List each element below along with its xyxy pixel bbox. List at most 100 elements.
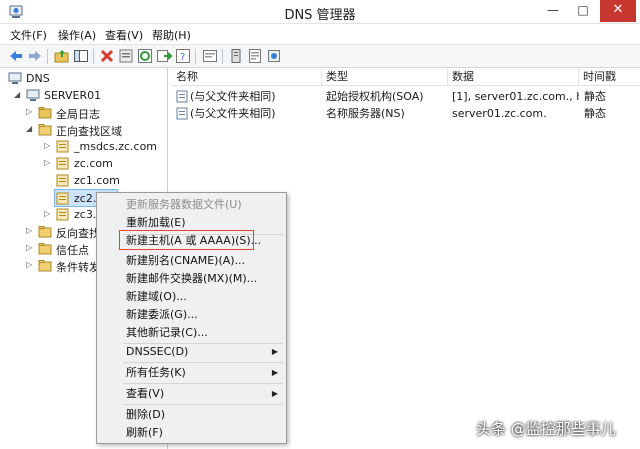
zone-icon[interactable] [266,48,282,64]
expand-icon[interactable]: ▷ [26,242,35,254]
column-header-data[interactable]: 数据 [448,68,579,86]
menu-separator [123,383,283,384]
expand-icon[interactable]: ▷ [44,208,53,220]
menu-item-new-delegation[interactable]: 新建委派(G)... [98,306,285,324]
menu-item-all-tasks[interactable]: 所有任务(K) ▶ [98,364,285,382]
tree-label-global-log: 全局日志 [56,108,100,121]
tree-node-dns[interactable]: DNS [8,71,158,87]
menu-item-dnssec[interactable]: DNSSEC(D) ▶ [98,343,285,361]
zone-icon [56,192,69,205]
menu-item-new-host[interactable]: 新建主机(A 或 AAAA)(S)... [98,232,285,250]
expand-icon[interactable]: ▷ [26,225,35,237]
menu-view[interactable]: 查看(V) [105,27,143,43]
tree-label-server01: SERVER01 [44,89,102,102]
dns-icon [8,72,22,84]
menu-item-other-new-records[interactable]: 其他新记录(C)... [98,324,285,342]
tree-node-global-log[interactable]: ▷ 全局日志 [26,105,166,121]
expand-icon[interactable]: ▷ [26,106,35,118]
up-folder-icon[interactable] [54,48,70,64]
tree-label-trust-points: 信任点 [56,244,89,257]
svg-text:?: ? [180,52,185,63]
zone-icon [56,140,69,153]
menu-item-view[interactable]: 查看(V) ▶ [98,385,285,403]
collapse-icon[interactable]: ◢ [26,123,35,135]
cell-type: 起始授权机构(SOA) [326,90,424,103]
server-icon [26,89,40,101]
show-tree-icon[interactable] [73,48,89,64]
zone-icon [56,208,69,221]
tree-node-zone[interactable]: ▷ _msdcs.zc.com [44,139,166,155]
tree-node-server01[interactable]: ◢ SERVER01 [14,88,164,104]
menu-item-label: 查看(V) [126,387,165,400]
menu-action[interactable]: 操作(A) [58,27,96,43]
menu-separator [123,362,283,363]
zone-icon [56,157,69,170]
title-bar: DNS 管理器 — □ ✕ [0,0,640,24]
expand-icon[interactable]: ▷ [44,157,53,169]
console-icon[interactable] [202,48,218,64]
tree-label-conditional-forwarders: 条件转发 [56,261,100,274]
tree-node-forward-zone[interactable]: ◢ 正向查找区域 [26,122,166,138]
tree-node-zone[interactable]: ▷ zc.com [44,156,166,172]
cell-timestamp: 静态 [584,107,606,120]
folder-icon [38,124,52,136]
menu-separator [123,404,283,405]
zone-icon [56,174,69,187]
menu-help[interactable]: 帮助(H) [152,27,191,43]
cell-type: 名称服务器(NS) [326,107,405,120]
tree-label-dns: DNS [26,72,50,85]
record-icon [176,107,188,120]
menu-item-delete[interactable]: 删除(D) [98,406,285,424]
menu-file[interactable]: 文件(F) [10,27,47,43]
toolbar-separator [93,49,94,64]
submenu-arrow-icon: ▶ [271,368,278,377]
menu-item-new-alias[interactable]: 新建别名(CNAME)(A)... [98,252,285,270]
tree-label-zone: zc.com [74,157,113,170]
toolbar-separator [47,49,48,64]
record-icon[interactable] [247,48,263,64]
toolbar-separator [195,49,196,64]
menu-item-new-domain[interactable]: 新建域(O)... [98,288,285,306]
tree-label-forward-zone: 正向查找区域 [56,125,122,138]
menu-item-label: 所有任务(K) [126,366,186,379]
column-header-type[interactable]: 类型 [322,68,448,86]
help-icon[interactable]: ? [175,48,191,64]
properties-icon[interactable] [118,48,134,64]
context-menu: 更新服务器数据文件(U) 重新加载(E) 新建主机(A 或 AAAA)(S)..… [96,192,287,444]
menu-item-new-mail-exchanger[interactable]: 新建邮件交换器(MX)(M)... [98,270,285,288]
tree-label-zone: _msdcs.zc.com [74,140,158,153]
tree-node-zone[interactable]: zc1.com [44,173,166,189]
expand-icon[interactable]: ▷ [26,259,35,271]
close-button[interactable]: ✕ [600,0,636,22]
export-icon[interactable] [156,48,172,64]
menu-item-label: DNSSEC(D) [126,345,189,358]
folder-icon [38,243,52,255]
menu-item-update-data-file: 更新服务器数据文件(U) [126,198,242,211]
cell-data: server01.zc.com. [452,107,547,120]
tree-label-reverse-zone: 反向查找 [56,227,100,240]
watermark-text: 头条 @监控那些事儿 [476,420,616,438]
maximize-button[interactable]: □ [569,0,597,22]
menu-item-refresh[interactable]: 刷新(F) [98,424,285,442]
cell-name: (与父文件夹相同) [190,107,276,120]
column-header-timestamp[interactable]: 时间戳 [579,68,640,86]
collapse-icon[interactable]: ◢ [14,89,23,101]
menu-bar: 文件(F) 操作(A) 查看(V) 帮助(H) [0,24,640,44]
menu-item-reload[interactable]: 重新加载(E) [98,214,285,232]
cell-data: [1], server01.zc.com., h... [452,90,579,103]
expand-icon[interactable]: ▷ [44,140,53,152]
forward-icon[interactable] [27,48,43,64]
minimize-button[interactable]: — [539,0,567,22]
delete-icon[interactable] [99,48,115,64]
cell-timestamp: 静态 [584,90,606,103]
back-icon[interactable] [8,48,24,64]
column-header-name[interactable]: 名称 [172,68,322,86]
toolbar-separator [222,49,223,64]
tree-label-zone: zc1.com [74,174,120,187]
server-list-icon[interactable] [228,48,244,64]
folder-icon [38,260,52,272]
submenu-arrow-icon: ▶ [271,389,278,398]
submenu-arrow-icon: ▶ [271,347,278,356]
log-folder-icon [38,107,52,119]
refresh-icon[interactable] [137,48,153,64]
